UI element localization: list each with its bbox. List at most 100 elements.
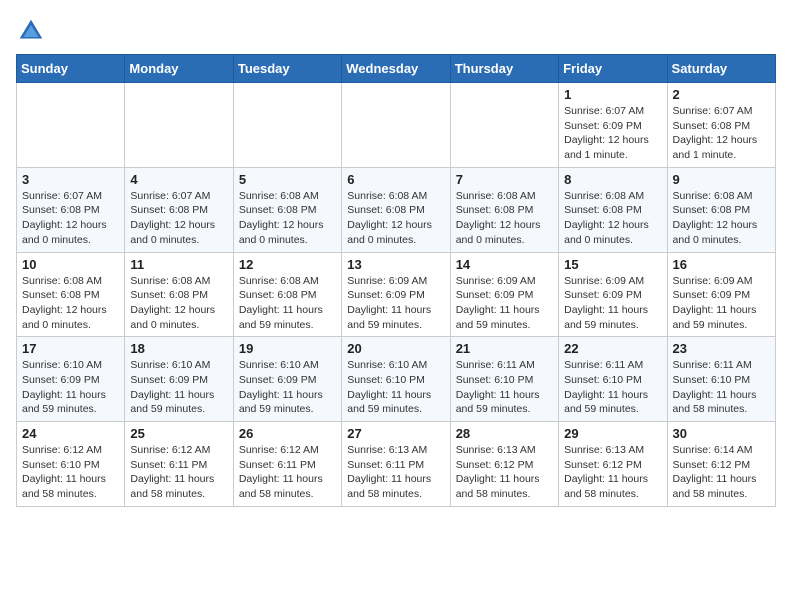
calendar-cell	[125, 83, 233, 168]
calendar-cell: 4 Sunrise: 6:07 AM Sunset: 6:08 PM Daylig…	[125, 167, 233, 252]
day-info: Sunrise: 6:08 AM Sunset: 6:08 PM Dayligh…	[239, 189, 336, 248]
day-info: Sunrise: 6:08 AM Sunset: 6:08 PM Dayligh…	[673, 189, 770, 248]
calendar-header: SundayMondayTuesdayWednesdayThursdayFrid…	[17, 55, 776, 83]
calendar-cell: 10 Sunrise: 6:08 AM Sunset: 6:08 PM Dayli…	[17, 252, 125, 337]
day-number: 28	[456, 426, 553, 441]
day-info: Sunrise: 6:11 AM Sunset: 6:10 PM Dayligh…	[673, 358, 770, 417]
calendar-cell: 26Sunrise: 6:12 AM Sunset: 6:11 PM Dayli…	[233, 422, 341, 507]
day-info: Sunrise: 6:08 AM Sunset: 6:08 PM Dayligh…	[239, 274, 336, 333]
day-number: 17	[22, 341, 119, 356]
calendar-cell: 8 Sunrise: 6:08 AM Sunset: 6:08 PM Daylig…	[559, 167, 667, 252]
day-number: 16	[673, 257, 770, 272]
day-info: Sunrise: 6:08 AM Sunset: 6:08 PM Dayligh…	[564, 189, 661, 248]
day-number: 23	[673, 341, 770, 356]
weekday-header-thursday: Thursday	[450, 55, 558, 83]
calendar-cell: 25 Sunrise: 6:12 AM Sunset: 6:11 PM Dayli…	[125, 422, 233, 507]
calendar-cell: 22 Sunrise: 6:11 AM Sunset: 6:10 PM Dayli…	[559, 337, 667, 422]
calendar-cell	[450, 83, 558, 168]
calendar-cell: 17 Sunrise: 6:10 AM Sunset: 6:09 PM Dayli…	[17, 337, 125, 422]
calendar-cell: 14Sunrise: 6:09 AM Sunset: 6:09 PM Dayli…	[450, 252, 558, 337]
day-number: 9	[673, 172, 770, 187]
day-number: 12	[239, 257, 336, 272]
day-number: 3	[22, 172, 119, 187]
calendar-week-2: 3 Sunrise: 6:07 AM Sunset: 6:08 PM Daylig…	[17, 167, 776, 252]
day-info: Sunrise: 6:12 AM Sunset: 6:10 PM Dayligh…	[22, 443, 119, 502]
day-number: 5	[239, 172, 336, 187]
calendar-cell: 2 Sunrise: 6:07 AM Sunset: 6:08 PM Daylig…	[667, 83, 775, 168]
calendar-cell: 19 Sunrise: 6:10 AM Sunset: 6:09 PM Dayli…	[233, 337, 341, 422]
day-info: Sunrise: 6:10 AM Sunset: 6:09 PM Dayligh…	[22, 358, 119, 417]
calendar-cell: 29 Sunrise: 6:13 AM Sunset: 6:12 PM Dayli…	[559, 422, 667, 507]
day-info: Sunrise: 6:10 AM Sunset: 6:09 PM Dayligh…	[130, 358, 227, 417]
calendar-cell: 24Sunrise: 6:12 AM Sunset: 6:10 PM Dayli…	[17, 422, 125, 507]
day-info: Sunrise: 6:14 AM Sunset: 6:12 PM Dayligh…	[673, 443, 770, 502]
logo	[16, 16, 50, 46]
calendar-cell: 5 Sunrise: 6:08 AM Sunset: 6:08 PM Daylig…	[233, 167, 341, 252]
calendar-cell: 16 Sunrise: 6:09 AM Sunset: 6:09 PM Dayli…	[667, 252, 775, 337]
calendar-cell: 3Sunrise: 6:07 AM Sunset: 6:08 PM Daylig…	[17, 167, 125, 252]
calendar-week-5: 24Sunrise: 6:12 AM Sunset: 6:10 PM Dayli…	[17, 422, 776, 507]
calendar-cell: 21 Sunrise: 6:11 AM Sunset: 6:10 PM Dayli…	[450, 337, 558, 422]
day-info: Sunrise: 6:08 AM Sunset: 6:08 PM Dayligh…	[22, 274, 119, 333]
day-number: 22	[564, 341, 661, 356]
day-number: 13	[347, 257, 444, 272]
calendar-cell: 20 Sunrise: 6:10 AM Sunset: 6:10 PM Dayli…	[342, 337, 450, 422]
day-info: Sunrise: 6:09 AM Sunset: 6:09 PM Dayligh…	[347, 274, 444, 333]
calendar-week-4: 17 Sunrise: 6:10 AM Sunset: 6:09 PM Dayli…	[17, 337, 776, 422]
weekday-header-monday: Monday	[125, 55, 233, 83]
day-info: Sunrise: 6:07 AM Sunset: 6:09 PM Dayligh…	[564, 104, 661, 163]
day-number: 8	[564, 172, 661, 187]
day-number: 11	[130, 257, 227, 272]
day-info: Sunrise: 6:08 AM Sunset: 6:08 PM Dayligh…	[347, 189, 444, 248]
day-info: Sunrise: 6:07 AM Sunset: 6:08 PM Dayligh…	[673, 104, 770, 163]
day-number: 10	[22, 257, 119, 272]
calendar-cell: 15 Sunrise: 6:09 AM Sunset: 6:09 PM Dayli…	[559, 252, 667, 337]
weekday-header-tuesday: Tuesday	[233, 55, 341, 83]
day-number: 21	[456, 341, 553, 356]
day-number: 29	[564, 426, 661, 441]
day-info: Sunrise: 6:07 AM Sunset: 6:08 PM Dayligh…	[130, 189, 227, 248]
calendar-cell: 6 Sunrise: 6:08 AM Sunset: 6:08 PM Daylig…	[342, 167, 450, 252]
day-number: 19	[239, 341, 336, 356]
calendar-cell: 11 Sunrise: 6:08 AM Sunset: 6:08 PM Dayli…	[125, 252, 233, 337]
calendar-cell: 23 Sunrise: 6:11 AM Sunset: 6:10 PM Dayli…	[667, 337, 775, 422]
day-number: 7	[456, 172, 553, 187]
day-info: Sunrise: 6:13 AM Sunset: 6:12 PM Dayligh…	[456, 443, 553, 502]
calendar-cell	[233, 83, 341, 168]
calendar-week-1: 1 Sunrise: 6:07 AM Sunset: 6:09 PM Daylig…	[17, 83, 776, 168]
day-info: Sunrise: 6:08 AM Sunset: 6:08 PM Dayligh…	[130, 274, 227, 333]
day-number: 4	[130, 172, 227, 187]
calendar-cell	[342, 83, 450, 168]
calendar-cell: 1 Sunrise: 6:07 AM Sunset: 6:09 PM Daylig…	[559, 83, 667, 168]
day-number: 26	[239, 426, 336, 441]
day-number: 20	[347, 341, 444, 356]
day-info: Sunrise: 6:09 AM Sunset: 6:09 PM Dayligh…	[673, 274, 770, 333]
calendar-cell: 9 Sunrise: 6:08 AM Sunset: 6:08 PM Daylig…	[667, 167, 775, 252]
calendar-cell	[17, 83, 125, 168]
calendar-cell: 28 Sunrise: 6:13 AM Sunset: 6:12 PM Dayli…	[450, 422, 558, 507]
weekday-header-saturday: Saturday	[667, 55, 775, 83]
calendar-cell: 13 Sunrise: 6:09 AM Sunset: 6:09 PM Dayli…	[342, 252, 450, 337]
day-number: 6	[347, 172, 444, 187]
day-info: Sunrise: 6:09 AM Sunset: 6:09 PM Dayligh…	[564, 274, 661, 333]
day-number: 18	[130, 341, 227, 356]
day-number: 25	[130, 426, 227, 441]
day-info: Sunrise: 6:09 AM Sunset: 6:09 PM Dayligh…	[456, 274, 553, 333]
weekday-header-wednesday: Wednesday	[342, 55, 450, 83]
day-number: 1	[564, 87, 661, 102]
calendar-cell: 18 Sunrise: 6:10 AM Sunset: 6:09 PM Dayli…	[125, 337, 233, 422]
weekday-header-friday: Friday	[559, 55, 667, 83]
day-info: Sunrise: 6:08 AM Sunset: 6:08 PM Dayligh…	[456, 189, 553, 248]
day-info: Sunrise: 6:12 AM Sunset: 6:11 PM Dayligh…	[130, 443, 227, 502]
day-info: Sunrise: 6:11 AM Sunset: 6:10 PM Dayligh…	[564, 358, 661, 417]
day-info: Sunrise: 6:13 AM Sunset: 6:12 PM Dayligh…	[564, 443, 661, 502]
calendar-cell: 30Sunrise: 6:14 AM Sunset: 6:12 PM Dayli…	[667, 422, 775, 507]
day-info: Sunrise: 6:10 AM Sunset: 6:10 PM Dayligh…	[347, 358, 444, 417]
calendar-cell: 12 Sunrise: 6:08 AM Sunset: 6:08 PM Dayli…	[233, 252, 341, 337]
header	[16, 16, 776, 46]
day-info: Sunrise: 6:11 AM Sunset: 6:10 PM Dayligh…	[456, 358, 553, 417]
day-number: 2	[673, 87, 770, 102]
calendar-cell: 27Sunrise: 6:13 AM Sunset: 6:11 PM Dayli…	[342, 422, 450, 507]
day-info: Sunrise: 6:10 AM Sunset: 6:09 PM Dayligh…	[239, 358, 336, 417]
day-number: 15	[564, 257, 661, 272]
